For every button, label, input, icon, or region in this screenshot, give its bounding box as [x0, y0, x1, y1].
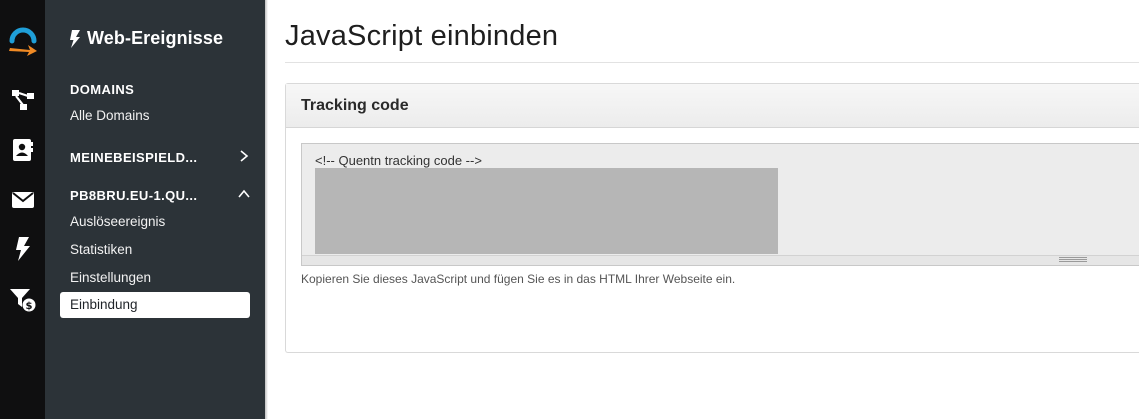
chevron-up-icon[interactable]: [238, 188, 250, 200]
resize-handle[interactable]: [1059, 257, 1087, 262]
envelope-icon[interactable]: [0, 188, 45, 212]
panel-heading: Tracking code: [286, 84, 1139, 128]
domain-group-2[interactable]: PB8BRU.EU-1.QU...: [70, 188, 255, 203]
svg-text:$: $: [25, 301, 32, 312]
sidebar-item-statistics[interactable]: Statistiken: [70, 242, 132, 257]
bolt-icon: [70, 29, 80, 48]
filter-dollar-icon[interactable]: $: [0, 286, 45, 314]
domains-heading: DOMAINS: [70, 82, 135, 97]
sidebar: Web-Ereignisse DOMAINS Alle Domains MEIN…: [45, 0, 268, 419]
logo-icon[interactable]: [0, 22, 45, 58]
sidebar-item-integration[interactable]: Einbindung: [60, 292, 250, 318]
domain-group-1-label: MEINEBEISPIELD...: [70, 150, 198, 165]
sidebar-title-text: Web-Ereignisse: [87, 28, 224, 48]
tracking-code-panel: Tracking code <!-- Quentn tracking code …: [285, 83, 1139, 353]
icon-rail: $: [0, 0, 45, 419]
app-window: $ Web-Ereignisse DOMAINS Alle Domains ME…: [0, 0, 1139, 419]
all-domains-link[interactable]: Alle Domains: [70, 108, 150, 123]
chevron-right-icon[interactable]: [238, 150, 250, 162]
redacted-code-block: [315, 168, 778, 254]
code-first-line: <!-- Quentn tracking code -->: [315, 153, 482, 168]
domain-group-2-label: PB8BRU.EU-1.QU...: [70, 188, 198, 203]
sidebar-item-settings[interactable]: Einstellungen: [70, 270, 151, 285]
help-text: Kopieren Sie dieses JavaScript und fügen…: [301, 272, 736, 286]
bolt-icon[interactable]: [0, 236, 45, 262]
contact-card-icon[interactable]: [0, 137, 45, 163]
title-divider: [285, 62, 1139, 63]
tracking-code-textarea[interactable]: <!-- Quentn tracking code -->: [301, 143, 1139, 266]
textarea-bottom-bar: [302, 255, 1139, 265]
page-title: JavaScript einbinden: [285, 20, 559, 52]
hierarchy-icon[interactable]: [0, 87, 45, 113]
sidebar-item-trigger[interactable]: Auslöseereignis: [70, 214, 165, 229]
main-content: JavaScript einbinden Tracking code <!-- …: [265, 0, 1139, 419]
sidebar-title: Web-Ereignisse: [69, 28, 223, 49]
domain-group-1[interactable]: MEINEBEISPIELD...: [70, 150, 255, 165]
